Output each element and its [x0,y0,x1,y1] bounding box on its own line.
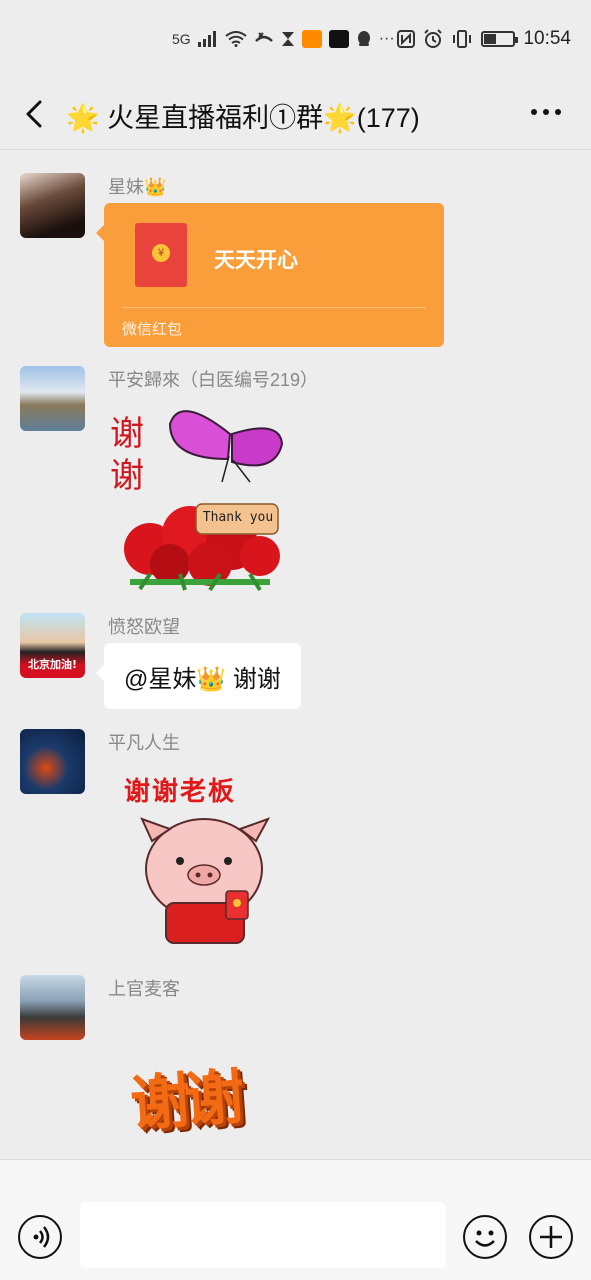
status-right: 10:54 [397,28,571,50]
chat-header: 🌟 火星直播福利①群🌟(177) [0,80,591,150]
pig-thanks-sticker[interactable]: 谢谢老板 [120,769,290,949]
red-envelope-icon: ¥ [135,223,187,287]
chevron-left-icon[interactable] [20,94,50,134]
avatar[interactable]: 北京加油! [20,613,85,678]
hourglass-icon [281,32,294,46]
status-bar: 5G ··· 10:54 [0,0,591,80]
message-item: 北京加油! 愤怒欧望 @星妹👑 谢谢 [20,613,460,713]
pig-image [140,817,271,944]
thanks-3d-sticker[interactable]: 谢谢 [128,1051,280,1151]
status-time: 10:54 [523,28,571,49]
sender-name: 平安歸來（白医编号219） [108,370,319,390]
thank-you-sticker[interactable]: 谢 谢 Thank you [110,404,290,594]
sender-name: 上官麦客 [108,979,180,999]
video-app-icon [301,30,322,48]
chat-title: 🌟 火星直播福利①群🌟(177) [66,103,420,133]
missed-call-icon [254,32,273,42]
signal-icon [197,31,216,47]
sender-name: 愤怒欧望 [108,617,180,637]
message-item: 平凡人生 谢谢老板 [20,729,460,959]
avatar[interactable] [20,366,85,431]
battery-icon [481,31,519,47]
avatar[interactable] [20,729,85,794]
status-left: 5G ··· [172,30,395,48]
sticker-tag-text: Thank you [202,510,274,525]
red-packet-coin: ¥ [152,244,170,262]
more-horizontal-icon[interactable] [531,109,561,115]
message-item: 平安歸來（白医编号219） 谢 谢 Thank you [20,366,460,596]
message-input[interactable] [80,1202,446,1268]
message-item: 上官麦客 谢谢 [20,975,460,1155]
red-packet-footer: 微信红包 [122,320,183,338]
input-bar [0,1159,591,1280]
message-item: 星妹👑 ¥ 天天开心 微信红包 [20,173,460,353]
red-packet-card[interactable]: ¥ 天天开心 微信红包 [96,203,444,347]
qq-icon [357,31,370,46]
avatar[interactable] [20,173,85,238]
text-message-bubble[interactable]: @星妹👑 谢谢 [96,643,301,709]
emoji-icon[interactable] [463,1215,507,1259]
red-packet-text: 天天开心 [214,248,298,272]
more-notifications-icon: ··· [378,30,395,47]
tiktok-icon [328,30,349,48]
sender-name: 星妹👑 [108,177,167,197]
nfc-icon [397,30,416,48]
vibrate-icon [453,30,472,48]
plus-icon[interactable] [529,1215,573,1259]
wifi-icon [225,31,247,47]
divider [122,307,426,308]
network-label: 5G [172,31,191,47]
alarm-icon [424,29,443,48]
sticker-char-2: 谢 [110,456,144,496]
avatar-caption: 北京加油! [27,658,78,671]
sticker-caption: 谢谢老板 [124,777,237,807]
voice-input-icon[interactable] [18,1215,62,1259]
avatar[interactable] [20,975,85,1040]
sticker-caption: 谢谢 [128,1062,241,1141]
sender-name: 平凡人生 [108,733,180,753]
